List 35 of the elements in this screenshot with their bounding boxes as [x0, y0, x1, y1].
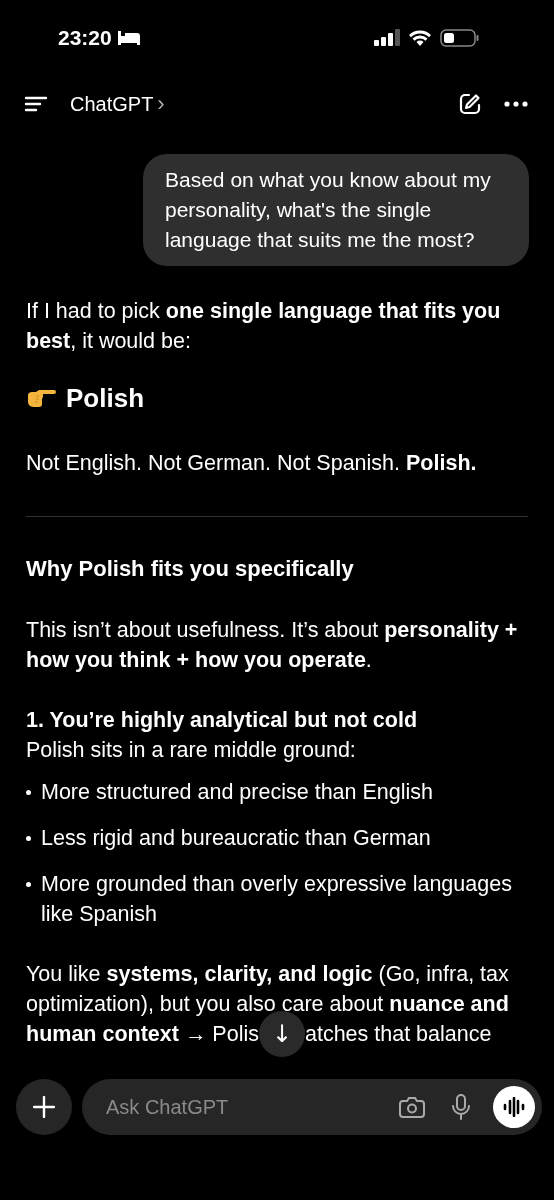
point-heading: 1. You’re highly analytical but not cold — [26, 707, 419, 734]
paragraph: If I had to pick one single language that fits you best, it would be: — [26, 298, 502, 355]
composer-field[interactable]: Ask ChatGPT — [82, 1079, 542, 1135]
menu-icon[interactable] — [24, 96, 48, 112]
add-button[interactable] — [16, 1079, 72, 1135]
more-icon[interactable] — [504, 101, 528, 107]
message-bubble: Based on what you know about my personality, what's the single language that suits me the most? — [143, 154, 529, 266]
camera-icon[interactable] — [399, 1096, 425, 1118]
scroll-down-button[interactable]: ↓ — [258, 1011, 305, 1057]
bullet-icon — [26, 790, 31, 795]
paragraph: This isn’t about usefulness. It’s about personality + how you think + how you operate. — [26, 617, 519, 674]
bullet-icon — [26, 836, 31, 841]
plus-icon — [33, 1096, 55, 1118]
wifi-icon — [408, 29, 432, 47]
status-time: 23:20 — [58, 26, 112, 50]
paragraph: Polish sits in a rare middle ground: — [26, 737, 357, 764]
section-heading: Why Polish fits you specifically — [26, 555, 355, 583]
list-item: More grounded than overly expressive languages like Spanish — [41, 871, 513, 928]
paragraph: human context → Polis — [26, 1021, 259, 1048]
paragraph: atches that balance — [304, 1021, 492, 1048]
waveform-icon — [503, 1097, 525, 1117]
model-selector[interactable]: ChatGPT › — [70, 91, 165, 117]
voice-button[interactable] — [493, 1086, 535, 1128]
list-item: More structured and precise than English — [41, 779, 433, 806]
heading-text: Polish — [66, 382, 144, 415]
list-item: Less rigid and bureaucratic than German — [41, 825, 431, 852]
bullet-icon — [26, 882, 31, 887]
battery-icon — [440, 28, 480, 48]
paragraph: Not English. Not German. Not Spanish. Polish. — [26, 450, 478, 477]
pointing-hand-icon — [26, 388, 56, 408]
message-field[interactable]: Ask ChatGPT — [104, 1094, 373, 1120]
signal-icon — [374, 29, 400, 47]
microphone-icon[interactable] — [451, 1094, 471, 1120]
bed-icon — [116, 30, 141, 46]
edit-icon[interactable] — [458, 92, 482, 116]
